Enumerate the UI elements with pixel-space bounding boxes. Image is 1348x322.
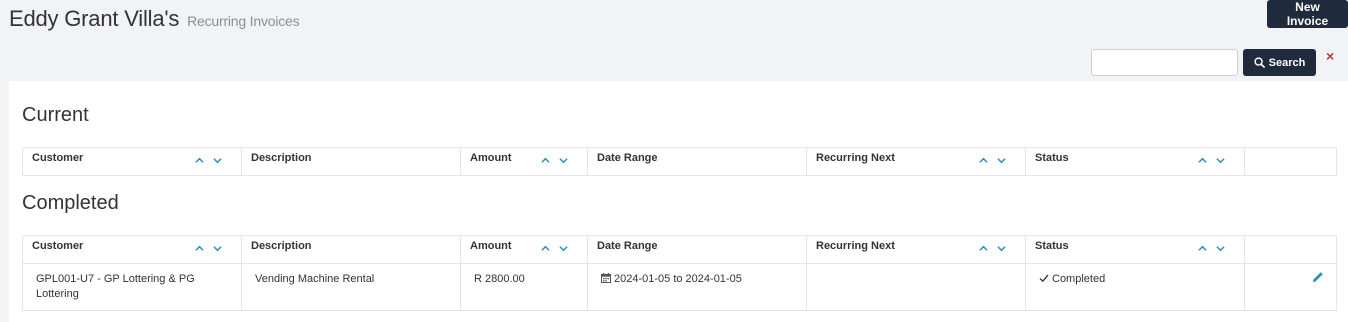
date-range-text: 2024-01-05 to 2024-01-05 (614, 273, 742, 285)
column-header-customer[interactable]: Customer (22, 147, 242, 176)
column-header-recurring-next[interactable]: Recurring Next (806, 147, 1026, 176)
column-header-label: Date Range (597, 240, 658, 252)
chevron-up-icon[interactable] (195, 244, 204, 253)
chevron-down-icon[interactable] (213, 156, 222, 165)
section-heading-current: Current (22, 104, 89, 126)
chevron-up-icon[interactable] (541, 156, 550, 165)
status-text: Completed (1052, 273, 1106, 285)
column-header-amount[interactable]: Amount (460, 235, 588, 264)
column-header-date-range: Date Range (587, 235, 807, 264)
chevron-down-icon[interactable] (1216, 244, 1225, 253)
search-input[interactable] (1091, 49, 1238, 76)
column-header-label: Date Range (597, 152, 658, 164)
sort-controls (195, 244, 222, 253)
sort-controls (979, 156, 1006, 165)
cell-status: Completed (1025, 263, 1245, 311)
chevron-down-icon[interactable] (997, 244, 1006, 253)
column-header-label: Status (1035, 152, 1069, 164)
column-header-customer[interactable]: Customer (22, 235, 242, 264)
sort-controls (979, 244, 1006, 253)
column-header-label: Amount (470, 152, 512, 164)
page-title: Eddy Grant Villa's Recurring Invoices (9, 6, 300, 32)
table-header-row: Customer Description Amount Date Range R… (22, 235, 1337, 264)
current-invoices-table: Customer Description Amount Date Range R… (22, 147, 1337, 176)
search-button[interactable]: Search (1243, 49, 1316, 76)
section-heading-completed: Completed (22, 192, 119, 214)
chevron-up-icon[interactable] (541, 244, 550, 253)
column-header-actions (1244, 147, 1337, 176)
page-title-text: Eddy Grant Villa's (9, 6, 180, 31)
sort-controls (1198, 156, 1225, 165)
chevron-down-icon[interactable] (559, 156, 568, 165)
cell-amount: R 2800.00 (460, 263, 588, 311)
chevron-down-icon[interactable] (213, 244, 222, 253)
pencil-icon[interactable] (1312, 272, 1323, 283)
table-header-row: Customer Description Amount Date Range R… (22, 147, 1337, 176)
column-header-label: Status (1035, 240, 1069, 252)
cell-description: Vending Machine Rental (241, 263, 461, 311)
cell-date-range: 2024-01-05 to 2024-01-05 (587, 263, 807, 311)
page-subtitle: Recurring Invoices (187, 13, 300, 29)
column-header-actions (1244, 235, 1337, 264)
sort-controls (1198, 244, 1225, 253)
cell-customer: GPL001-U7 - GP Lottering & PG Lottering (22, 263, 242, 311)
chevron-up-icon[interactable] (1198, 244, 1207, 253)
column-header-status[interactable]: Status (1025, 147, 1245, 176)
chevron-down-icon[interactable] (997, 156, 1006, 165)
completed-invoices-table: Customer Description Amount Date Range R… (22, 235, 1337, 311)
chevron-up-icon[interactable] (979, 156, 988, 165)
column-header-description: Description (241, 235, 461, 264)
search-button-label: Search (1268, 56, 1306, 69)
column-header-description: Description (241, 147, 461, 176)
chevron-up-icon[interactable] (979, 244, 988, 253)
chevron-up-icon[interactable] (1198, 156, 1207, 165)
cell-recurring-next (806, 263, 1026, 311)
search-icon (1254, 57, 1265, 68)
column-header-label: Recurring Next (816, 240, 895, 252)
column-header-label: Description (251, 240, 312, 252)
calendar-icon (601, 273, 611, 283)
column-header-date-range: Date Range (587, 147, 807, 176)
column-header-amount[interactable]: Amount (460, 147, 588, 176)
clear-search-icon[interactable]: × (1326, 48, 1334, 64)
new-invoice-button[interactable]: New Invoice (1267, 0, 1348, 28)
column-header-recurring-next[interactable]: Recurring Next (806, 235, 1026, 264)
chevron-up-icon[interactable] (195, 156, 204, 165)
column-header-label: Description (251, 152, 312, 164)
sort-controls (541, 244, 568, 253)
column-header-label: Amount (470, 240, 512, 252)
column-header-label: Customer (32, 152, 84, 164)
sort-controls (195, 156, 222, 165)
table-row[interactable]: GPL001-U7 - GP Lottering & PG Lottering … (22, 263, 1337, 311)
column-header-label: Customer (32, 240, 84, 252)
chevron-down-icon[interactable] (1216, 156, 1225, 165)
check-icon (1039, 274, 1049, 283)
sort-controls (541, 156, 568, 165)
column-header-status[interactable]: Status (1025, 235, 1245, 264)
chevron-down-icon[interactable] (559, 244, 568, 253)
column-header-label: Recurring Next (816, 152, 895, 164)
cell-actions (1244, 263, 1337, 311)
